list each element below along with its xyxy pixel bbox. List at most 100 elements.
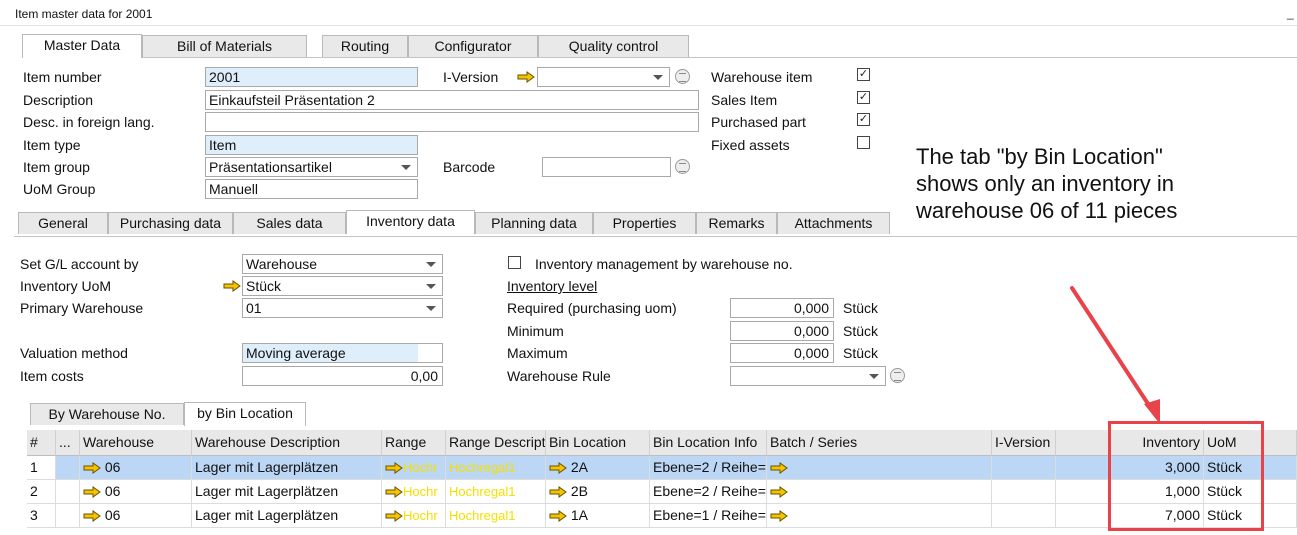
col-range[interactable]: Range [382,430,446,456]
warehouse-cell[interactable]: 06 [80,456,192,480]
tab-routing[interactable]: Routing [322,35,408,57]
col-iversion[interactable]: I-Version [992,430,1056,456]
item-group-select[interactable]: Präsentationsartikel [205,157,418,177]
col-bin-location-info[interactable]: Bin Location Info [650,430,767,456]
tab-master-data[interactable]: Master Data [22,34,142,58]
col-bin-location[interactable]: Bin Location [546,430,650,456]
link-arrow-icon[interactable] [770,510,788,522]
chevron-down-icon [426,306,436,311]
iversion-select[interactable] [537,67,670,87]
link-arrow-icon[interactable] [385,462,403,474]
item-type-field[interactable]: Item [205,135,418,155]
col-more[interactable]: ... [56,430,80,456]
range-value: Hochr [403,508,438,523]
list-icon[interactable] [675,69,690,84]
tab-inventory-data[interactable]: Inventory data [346,210,475,234]
row-more-cell [56,504,80,528]
tab-sales-data[interactable]: Sales data [233,212,346,234]
link-arrow-icon[interactable] [517,71,535,83]
tab-attachments[interactable]: Attachments [777,212,890,234]
barcode-field[interactable] [542,157,671,177]
col-warehouse[interactable]: Warehouse [80,430,192,456]
link-arrow-icon[interactable] [385,510,403,522]
inventory-uom-label: Inventory UoM [20,278,112,294]
purchased-part-checkbox[interactable]: ✓ [857,113,870,126]
minimize-button[interactable]: _ [1287,6,1294,20]
link-arrow-icon[interactable] [770,462,788,474]
bin-location-cell[interactable]: 2A [546,456,650,480]
batch-series-cell[interactable] [767,480,992,504]
description-label: Description [23,92,94,108]
required-field[interactable]: 0,000 [730,298,834,318]
col-batch-series[interactable]: Batch / Series [767,430,992,456]
warehouse-cell[interactable]: 06 [80,504,192,528]
tab-planning-data[interactable]: Planning data [475,212,593,234]
annotation-text: The tab "by Bin Location" shows only an … [916,144,1178,223]
inventory-uom-select[interactable]: Stück [242,276,443,296]
tab-by-warehouse[interactable]: By Warehouse No. [30,403,184,425]
window-title: Item master data for 2001 [15,7,153,21]
range-value: Hochr [403,484,438,499]
link-arrow-icon[interactable] [83,486,101,498]
warehouse-rule-select[interactable] [730,366,886,386]
range-cell[interactable]: Hochr [382,456,446,480]
tab-purchasing-data[interactable]: Purchasing data [108,212,233,234]
range-cell[interactable]: Hochr [382,480,446,504]
inventory-level-link[interactable]: Inventory level [507,278,597,294]
link-arrow-icon[interactable] [385,486,403,498]
minimum-field[interactable]: 0,000 [730,321,834,341]
uom-group-label: UoM Group [23,181,96,197]
row-number: 3 [27,504,56,528]
subtab-divider [14,236,1297,237]
fixed-assets-checkbox[interactable] [857,136,870,149]
list-icon[interactable] [675,159,690,174]
description-field[interactable]: Einkaufsteil Präsentation 2 [205,90,699,110]
gl-account-select[interactable]: Warehouse [242,254,443,274]
bin-location-cell[interactable]: 1A [546,504,650,528]
col-range-description[interactable]: Range Descripti [446,430,546,456]
warehouse-description-cell: Lager mit Lagerplätzen [192,480,382,504]
item-number-field[interactable]: 2001 [205,67,418,87]
foreign-desc-field[interactable] [205,112,699,132]
primary-warehouse-value: 01 [246,300,262,316]
tab-quality-control[interactable]: Quality control [538,35,689,57]
range-description-cell: Hochregal1 [446,456,546,480]
link-arrow-icon[interactable] [549,486,567,498]
iversion-cell [992,504,1056,528]
uom-group-field[interactable]: Manuell [205,179,418,199]
tab-by-bin-location[interactable]: by Bin Location [184,402,306,426]
warehouse-cell[interactable]: 06 [80,480,192,504]
item-costs-field[interactable]: 0,00 [242,366,443,386]
warehouse-mgmt-checkbox[interactable] [508,256,521,269]
row-more-cell [56,456,80,480]
maximum-field[interactable]: 0,000 [730,343,834,363]
link-arrow-icon[interactable] [770,486,788,498]
col-number: # [27,430,56,456]
row-more-cell [56,480,80,504]
bin-location-info-cell: Ebene=2 / Reihe=I [650,480,767,504]
link-arrow-icon[interactable] [83,462,101,474]
link-arrow-icon[interactable] [549,462,567,474]
valuation-field[interactable]: Moving average [242,343,443,363]
link-arrow-icon[interactable] [83,510,101,522]
bin-location-grid: # ... Warehouse Warehouse Description Ra… [27,430,1297,535]
tab-bill-of-materials[interactable]: Bill of Materials [142,35,307,57]
bin-location-cell[interactable]: 2B [546,480,650,504]
sales-item-checkbox[interactable]: ✓ [857,91,870,104]
link-arrow-icon[interactable] [549,510,567,522]
tab-remarks[interactable]: Remarks [696,212,777,234]
barcode-label: Barcode [443,159,496,175]
primary-warehouse-select[interactable]: 01 [242,298,443,318]
range-cell[interactable]: Hochr [382,504,446,528]
col-warehouse-description[interactable]: Warehouse Description [192,430,382,456]
tab-general[interactable]: General [18,212,108,234]
batch-series-cell[interactable] [767,456,992,480]
list-icon[interactable] [890,368,905,383]
warehouse-item-checkbox[interactable]: ✓ [857,68,870,81]
tab-configurator[interactable]: Configurator [408,35,538,57]
tab-properties[interactable]: Properties [593,212,696,234]
purchased-part-label: Purchased part [711,114,806,130]
link-arrow-icon[interactable] [223,280,241,292]
gl-account-value: Warehouse [246,256,318,272]
batch-series-cell[interactable] [767,504,992,528]
